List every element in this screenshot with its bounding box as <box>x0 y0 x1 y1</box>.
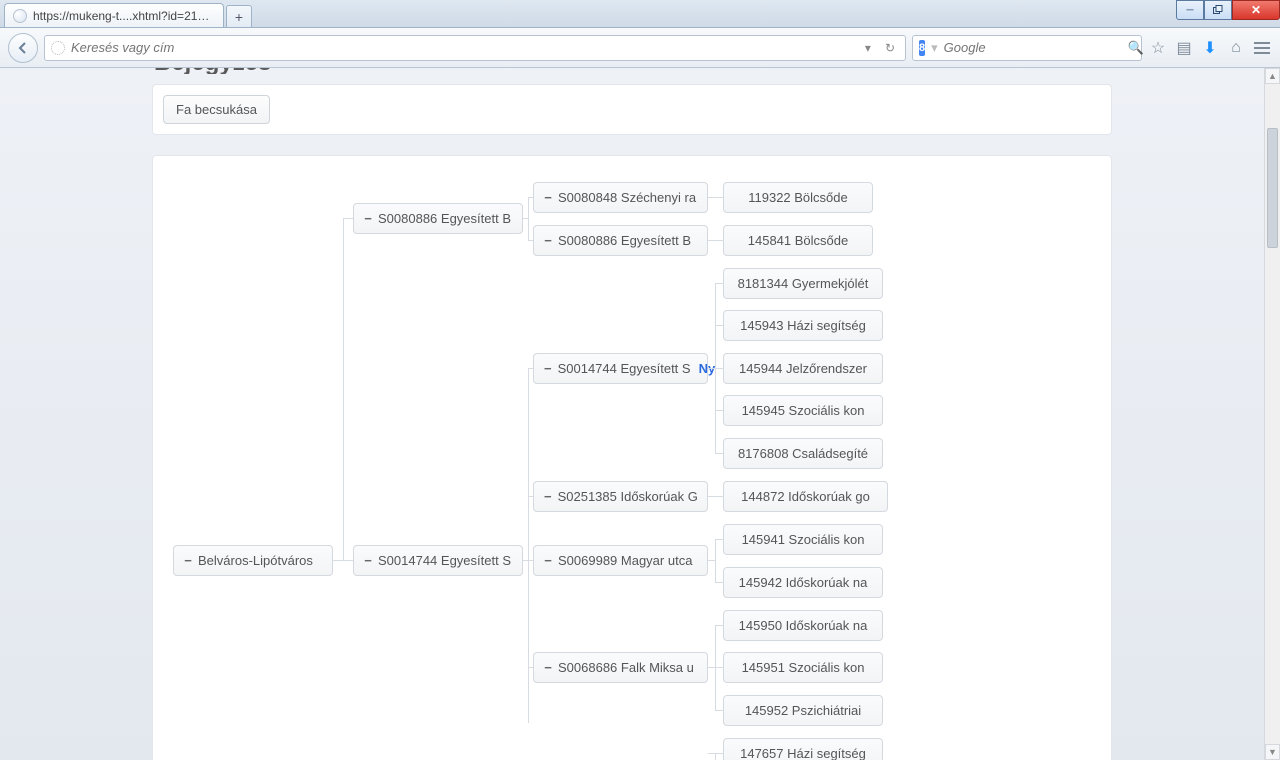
tree-node[interactable]: − S0080848 Széchenyi ra <box>533 182 708 213</box>
search-input[interactable] <box>944 40 1122 55</box>
toggle-icon[interactable]: − <box>364 211 372 226</box>
node-label: 144872 Időskorúak go <box>741 489 870 504</box>
window-close-button[interactable]: ✕ <box>1232 0 1280 20</box>
node-label: S0014744 Egyesített S <box>378 553 511 568</box>
tree-leaf[interactable]: 145944 Jelzőrendszer <box>723 353 883 384</box>
tree-leaf[interactable]: 145945 Szociális kon <box>723 395 883 426</box>
separator: ▾ <box>931 40 938 56</box>
node-label: S0068686 Falk Miksa u <box>558 660 694 675</box>
scroll-up-button[interactable]: ▲ <box>1265 68 1280 84</box>
node-label: 145943 Házi segítség <box>740 318 866 333</box>
node-label: 119322 Bölcsőde <box>748 190 848 205</box>
toggle-icon[interactable]: − <box>544 190 552 205</box>
toggle-icon[interactable]: − <box>544 361 552 376</box>
node-label: 145952 Pszichiátriai <box>745 703 861 718</box>
tab-title: https://mukeng-t....xhtml?id=21961 <box>33 9 215 23</box>
toggle-icon[interactable]: − <box>184 553 192 568</box>
node-label: 145945 Szociális kon <box>742 403 865 418</box>
tree-node[interactable]: − S0251385 Időskorúak G <box>533 481 708 512</box>
node-label: S0069989 Magyar utca <box>558 553 692 568</box>
tree-card: − Belváros-Lipótváros − S0080886 Egyesít… <box>152 155 1112 760</box>
downloads-icon[interactable]: ⬇ <box>1200 38 1220 58</box>
tree-node[interactable]: − S0068686 Falk Miksa u <box>533 652 708 683</box>
home-icon[interactable]: ⌂ <box>1226 38 1246 58</box>
window-maximize-button[interactable] <box>1204 0 1232 20</box>
back-button[interactable] <box>8 33 38 63</box>
globe-icon <box>13 9 27 23</box>
toggle-icon[interactable]: − <box>544 233 552 248</box>
node-label: 145951 Szociális kon <box>742 660 865 675</box>
tree-leaf[interactable]: 145942 Időskorúak na <box>723 567 883 598</box>
tree-leaf[interactable]: 145941 Szociális kon <box>723 524 883 555</box>
toggle-icon[interactable]: − <box>544 489 552 504</box>
node-label: S0080886 Egyesített B <box>378 211 511 226</box>
node-label: Belváros-Lipótváros <box>198 553 313 568</box>
page-viewport: Bejegyzés Fa becsukása − Belváros-Lipótv… <box>0 68 1280 760</box>
url-bar[interactable]: ▾ ↻ <box>44 35 906 61</box>
search-engine-icon: 8 <box>919 40 925 56</box>
node-label: 145942 Időskorúak na <box>739 575 868 590</box>
search-bar[interactable]: 8 ▾ 🔍 <box>912 35 1142 61</box>
node-label: S0251385 Időskorúak G <box>558 489 698 504</box>
tree-leaf[interactable]: 144872 Időskorúak go <box>723 481 888 512</box>
tree-leaf[interactable]: 145943 Házi segítség <box>723 310 883 341</box>
tree-leaf[interactable]: 145950 Időskorúak na <box>723 610 883 641</box>
toggle-icon[interactable]: − <box>364 553 372 568</box>
clipboard-icon[interactable]: ▤ <box>1174 38 1194 58</box>
tree-leaf[interactable]: 145952 Pszichiátriai <box>723 695 883 726</box>
tree-node[interactable]: − S0014744 Egyesített S <box>353 545 523 576</box>
tree-node[interactable]: − S0080886 Egyesített B <box>533 225 708 256</box>
window-minimize-button[interactable]: ─ <box>1176 0 1204 20</box>
url-dropdown-icon[interactable]: ▾ <box>861 41 875 55</box>
tree-node-root[interactable]: − Belváros-Lipótváros <box>173 545 333 576</box>
tree-leaf[interactable]: 8181344 Gyermekjólét <box>723 268 883 299</box>
node-label: S0014744 Egyesített S <box>558 361 691 376</box>
tree-node[interactable]: − S0080886 Egyesített B <box>353 203 523 234</box>
toolbar-card: Fa becsukása <box>152 84 1112 135</box>
browser-navbar: ▾ ↻ 8 ▾ 🔍 ☆ ▤ ⬇ ⌂ <box>0 28 1280 68</box>
tree-leaf[interactable]: 8176808 Családsegíté <box>723 438 883 469</box>
node-label: 145941 Szociális kon <box>742 532 865 547</box>
page-title: Bejegyzés <box>152 68 1112 74</box>
browser-tab-active[interactable]: https://mukeng-t....xhtml?id=21961 <box>4 3 224 27</box>
node-label: S0080848 Széchenyi ra <box>558 190 696 205</box>
collapse-tree-button[interactable]: Fa becsukása <box>163 95 270 124</box>
tree-leaf[interactable]: 147657 Házi segítség <box>723 738 883 760</box>
globe-icon <box>51 41 65 55</box>
tree-leaf[interactable]: 145951 Szociális kon <box>723 652 883 683</box>
search-icon[interactable]: 🔍 <box>1128 40 1144 56</box>
toggle-icon[interactable]: − <box>544 660 552 675</box>
tree-node[interactable]: − S0069989 Magyar utca <box>533 545 708 576</box>
tree-leaf[interactable]: 119322 Bölcsőde <box>723 182 873 213</box>
node-label: 8181344 Gyermekjólét <box>738 276 869 291</box>
window-controls: ─ ✕ <box>1176 0 1280 20</box>
scroll-down-button[interactable]: ▼ <box>1265 744 1280 760</box>
node-label: 8176808 Családsegíté <box>738 446 868 461</box>
scroll-thumb[interactable] <box>1267 128 1278 248</box>
tree-leaf[interactable]: 145841 Bölcsőde <box>723 225 873 256</box>
node-label: 145944 Jelzőrendszer <box>739 361 867 376</box>
node-label: 147657 Házi segítség <box>740 746 866 760</box>
hamburger-menu-icon[interactable] <box>1252 38 1272 58</box>
browser-tabstrip: https://mukeng-t....xhtml?id=21961 + <box>0 0 1280 28</box>
node-label: 145841 Bölcsőde <box>748 233 848 248</box>
tree: − Belváros-Lipótváros − S0080886 Egyesít… <box>163 170 1101 760</box>
node-label: S0080886 Egyesített B <box>558 233 691 248</box>
url-input[interactable] <box>71 40 855 55</box>
vertical-scrollbar[interactable]: ▲ ▼ <box>1264 68 1280 760</box>
bookmark-star-icon[interactable]: ☆ <box>1148 38 1168 58</box>
node-label: 145950 Időskorúak na <box>739 618 868 633</box>
new-tab-button[interactable]: + <box>226 5 252 27</box>
reload-icon[interactable]: ↻ <box>881 41 899 55</box>
tree-node[interactable]: − S0014744 Egyesített S Ny <box>533 353 708 384</box>
toggle-icon[interactable]: − <box>544 553 552 568</box>
